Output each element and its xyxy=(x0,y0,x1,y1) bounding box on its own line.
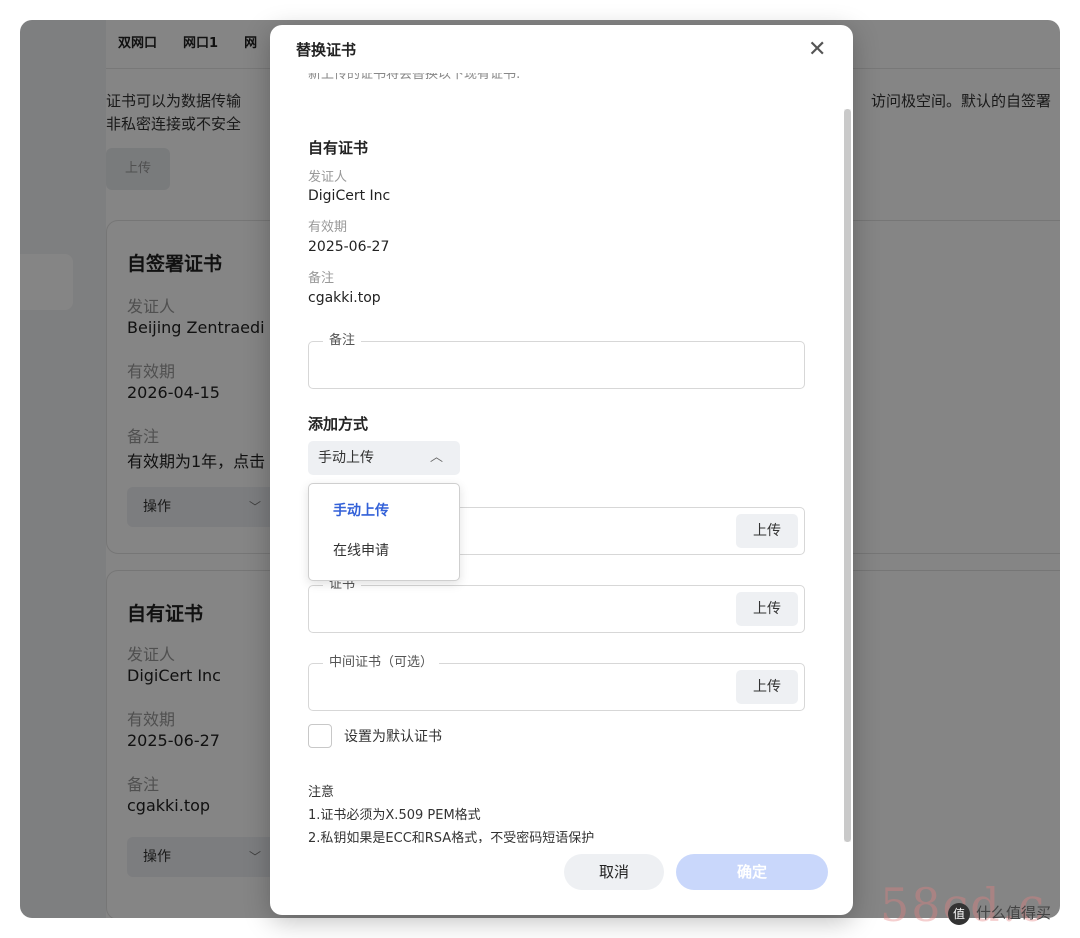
option-manual-upload[interactable]: 手动上传 xyxy=(333,500,389,520)
dialog-title: 替换证书 xyxy=(296,41,357,59)
validity-label: 有效期 xyxy=(308,220,348,235)
confirm-button[interactable]: 确定 xyxy=(676,854,828,890)
replace-cert-dialog: 替换证书 ✕ 新上传的证书将会替换以下现有证书: 自有证书 发证人 DigiCe… xyxy=(270,25,853,915)
note-field-label: 备注 xyxy=(323,332,362,350)
chevron-up-icon: ︿ xyxy=(430,450,444,465)
default-cert-label: 设置为默认证书 xyxy=(344,729,442,745)
current-cert-title: 自有证书 xyxy=(308,139,369,157)
upload-cert-file-button[interactable]: 上传 xyxy=(736,592,798,626)
watermark-smzdm: 值什么值得买 xyxy=(948,902,1051,925)
note-field[interactable]: 备注 xyxy=(308,332,805,389)
cert-field[interactable]: 证书 上传 xyxy=(308,576,805,633)
cancel-button[interactable]: 取消 xyxy=(564,854,664,890)
add-method-menu: 手动上传 在线申请 xyxy=(308,483,460,581)
replace-hint: 新上传的证书将会替换以下现有证书: xyxy=(308,73,521,82)
notes-title: 注意 xyxy=(308,785,335,800)
watermark-text: 什么值得买 xyxy=(976,904,1052,922)
option-online-apply[interactable]: 在线申请 xyxy=(333,540,389,560)
close-icon[interactable]: ✕ xyxy=(808,38,826,62)
note-value: cgakki.top xyxy=(308,290,381,306)
intermediate-cert-label: 中间证书（可选） xyxy=(323,654,440,672)
add-method-select[interactable]: 手动上传 ︿ xyxy=(308,441,460,475)
note-label: 备注 xyxy=(308,271,335,286)
upload-key-button[interactable]: 上传 xyxy=(736,514,798,548)
scrollbar-thumb[interactable] xyxy=(844,109,851,842)
smzdm-badge-icon: 值 xyxy=(948,902,970,925)
add-method-value: 手动上传 xyxy=(318,450,374,466)
note-line-2: 2.私钥如果是ECC和RSA格式，不受密码短语保护 xyxy=(308,831,595,843)
note-line-1: 1.证书必须为X.509 PEM格式 xyxy=(308,808,481,823)
issuer-label: 发证人 xyxy=(308,170,348,185)
issuer-value: DigiCert Inc xyxy=(308,188,391,204)
validity-value: 2025-06-27 xyxy=(308,239,390,255)
upload-intermediate-button[interactable]: 上传 xyxy=(736,670,798,704)
default-cert-checkbox[interactable] xyxy=(308,724,332,748)
intermediate-cert-field[interactable]: 中间证书（可选） 上传 xyxy=(308,654,805,711)
dialog-body: 新上传的证书将会替换以下现有证书: 自有证书 发证人 DigiCert Inc … xyxy=(270,73,853,843)
add-method-label: 添加方式 xyxy=(308,415,369,433)
